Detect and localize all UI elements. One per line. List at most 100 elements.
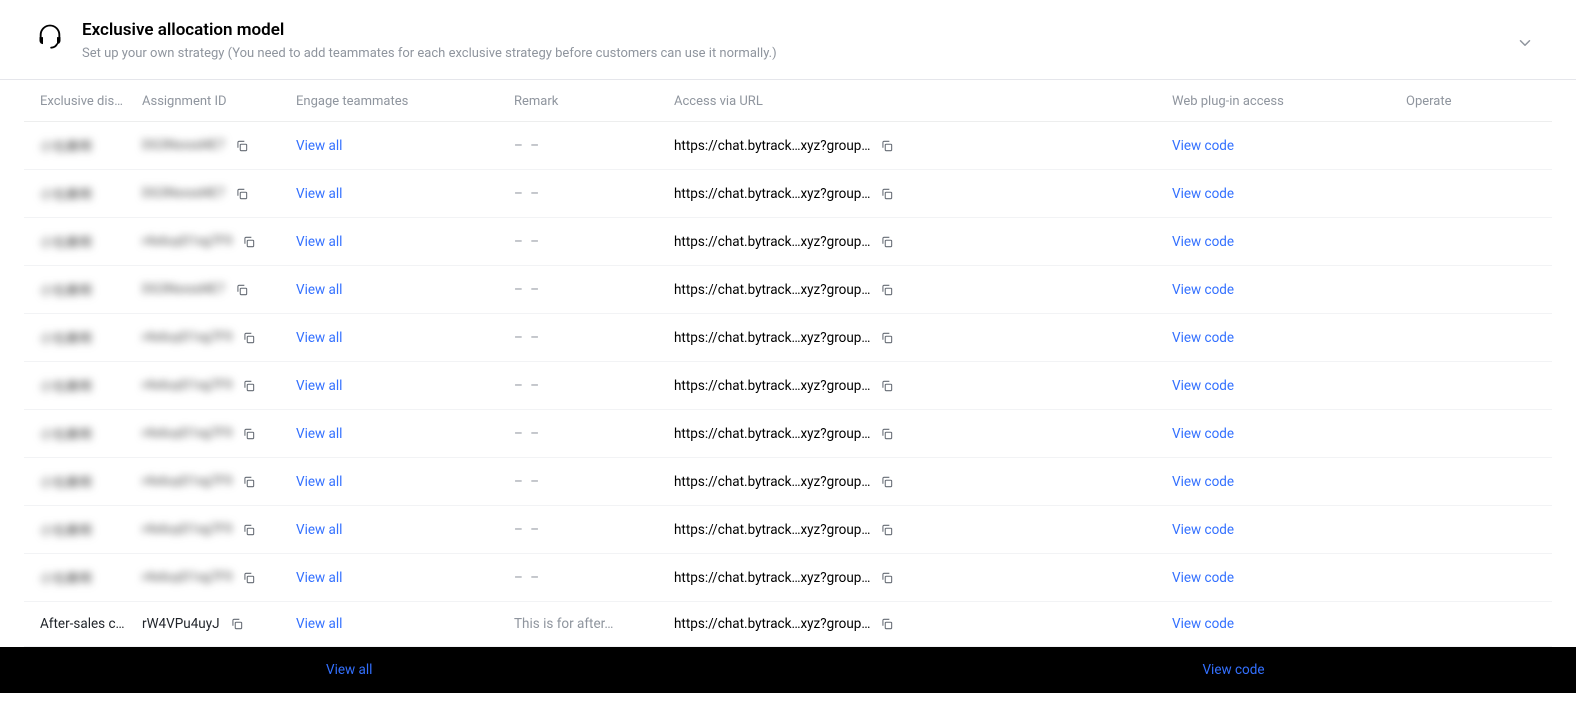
copy-url-icon[interactable]: [880, 571, 894, 585]
blurred-id: r4s6uyD1xg7F9: [142, 330, 232, 345]
cell-operate: [1398, 458, 1552, 506]
copy-id-icon[interactable]: [242, 475, 256, 489]
cell-engage: View all: [288, 506, 506, 554]
table-row: 小包裹啊r4s6uyD1xg7F9View all– –https://chat…: [24, 410, 1552, 458]
copy-id-icon[interactable]: [230, 617, 244, 631]
copy-id-icon[interactable]: [242, 427, 256, 441]
view-all-link[interactable]: View all: [296, 186, 342, 202]
view-all-link[interactable]: View all: [296, 138, 342, 154]
blurred-name: 小包裹啊: [40, 284, 92, 299]
blurred-name: 小包裹啊: [40, 140, 92, 155]
blurred-id: DG3Nxxsd4E7: [142, 186, 225, 201]
blurred-id: r4s6uyD1xg7F9: [142, 474, 232, 489]
copy-id-icon[interactable]: [242, 571, 256, 585]
collapse-chevron-icon[interactable]: [1516, 34, 1534, 56]
blurred-name: 小包裹啊: [40, 380, 92, 395]
view-all-link[interactable]: View all: [296, 282, 342, 298]
cell-distri: 小包裹啊: [24, 122, 134, 170]
cell-operate: [1398, 554, 1552, 602]
copy-url-icon[interactable]: [880, 331, 894, 345]
copy-url-icon[interactable]: [880, 283, 894, 297]
copy-url-icon[interactable]: [880, 523, 894, 537]
cell-plugin: View code: [1164, 362, 1398, 410]
copy-url-icon[interactable]: [880, 139, 894, 153]
bottom-view-code[interactable]: View code: [1202, 662, 1264, 678]
cell-operate: [1398, 314, 1552, 362]
view-all-link[interactable]: View all: [296, 474, 342, 490]
view-code-link[interactable]: View code: [1172, 378, 1234, 394]
cell-operate: [1398, 122, 1552, 170]
copy-id-icon[interactable]: [235, 283, 249, 297]
bottom-view-all[interactable]: View all: [326, 662, 372, 678]
blurred-name: 小包裹啊: [40, 524, 92, 539]
section-title: Exclusive allocation model: [82, 20, 777, 40]
view-all-link[interactable]: View all: [296, 330, 342, 346]
view-code-link[interactable]: View code: [1172, 522, 1234, 538]
access-url: https://chat.bytrack…xyz?group…: [674, 426, 870, 442]
copy-url-icon[interactable]: [880, 427, 894, 441]
view-all-link[interactable]: View all: [296, 234, 342, 250]
view-code-link[interactable]: View code: [1172, 426, 1234, 442]
view-all-link[interactable]: View all: [296, 570, 342, 586]
copy-url-icon[interactable]: [880, 617, 894, 631]
cell-remark: – –: [506, 314, 666, 362]
access-url: https://chat.bytrack…xyz?group…: [674, 138, 870, 154]
cell-url: https://chat.bytrack…xyz?group…: [666, 218, 1164, 266]
view-code-link[interactable]: View code: [1172, 616, 1234, 632]
cell-remark: – –: [506, 122, 666, 170]
cell-engage: View all: [288, 266, 506, 314]
copy-id-icon[interactable]: [242, 331, 256, 345]
view-code-link[interactable]: View code: [1172, 570, 1234, 586]
view-code-link[interactable]: View code: [1172, 330, 1234, 346]
cell-operate: [1398, 218, 1552, 266]
cell-url: https://chat.bytrack…xyz?group…: [666, 602, 1164, 647]
cell-distri: 小包裹啊: [24, 314, 134, 362]
blurred-name: 小包裹啊: [40, 572, 92, 587]
copy-id-icon[interactable]: [242, 235, 256, 249]
copy-url-icon[interactable]: [880, 235, 894, 249]
cell-plugin: View code: [1164, 122, 1398, 170]
access-url: https://chat.bytrack…xyz?group…: [674, 282, 870, 298]
cell-distri: 小包裹啊: [24, 170, 134, 218]
view-code-link[interactable]: View code: [1172, 186, 1234, 202]
section-subtitle: Set up your own strategy (You need to ad…: [82, 46, 777, 61]
blurred-name: 小包裹啊: [40, 188, 92, 203]
copy-url-icon[interactable]: [880, 475, 894, 489]
view-code-link[interactable]: View code: [1172, 138, 1234, 154]
view-all-link[interactable]: View all: [296, 426, 342, 442]
cell-remark: – –: [506, 266, 666, 314]
cell-url: https://chat.bytrack…xyz?group…: [666, 314, 1164, 362]
copy-id-icon[interactable]: [235, 187, 249, 201]
cell-engage: View all: [288, 458, 506, 506]
view-all-link[interactable]: View all: [296, 522, 342, 538]
cell-operate: [1398, 170, 1552, 218]
view-code-link[interactable]: View code: [1172, 234, 1234, 250]
access-url: https://chat.bytrack…xyz?group…: [674, 186, 870, 202]
access-url: https://chat.bytrack…xyz?group…: [674, 474, 870, 490]
cell-engage: View all: [288, 602, 506, 647]
copy-url-icon[interactable]: [880, 379, 894, 393]
cell-engage: View all: [288, 554, 506, 602]
cell-id: DG3Nxxsd4E7: [134, 170, 288, 218]
cell-plugin: View code: [1164, 170, 1398, 218]
view-code-link[interactable]: View code: [1172, 282, 1234, 298]
cell-engage: View all: [288, 314, 506, 362]
blurred-id: r4s6uyD1xg7F9: [142, 570, 232, 585]
cell-remark: – –: [506, 506, 666, 554]
col-header-id: Assignment ID: [134, 80, 288, 122]
cell-distri: 小包裹啊: [24, 362, 134, 410]
cell-id: r4s6uyD1xg7F9: [134, 458, 288, 506]
section-header: Exclusive allocation model Set up your o…: [0, 0, 1576, 80]
view-all-link[interactable]: View all: [296, 616, 342, 632]
copy-id-icon[interactable]: [242, 523, 256, 537]
view-all-link[interactable]: View all: [296, 378, 342, 394]
access-url: https://chat.bytrack…xyz?group…: [674, 522, 870, 538]
copy-url-icon[interactable]: [880, 187, 894, 201]
copy-id-icon[interactable]: [235, 139, 249, 153]
copy-id-icon[interactable]: [242, 379, 256, 393]
access-url: https://chat.bytrack…xyz?group…: [674, 616, 870, 632]
cell-remark: – –: [506, 554, 666, 602]
cell-id: r4s6uyD1xg7F9: [134, 410, 288, 458]
view-code-link[interactable]: View code: [1172, 474, 1234, 490]
table-row: 小包裹啊 r4s6uyD1xg7F9 View all – –https://chat…: [24, 314, 1552, 362]
